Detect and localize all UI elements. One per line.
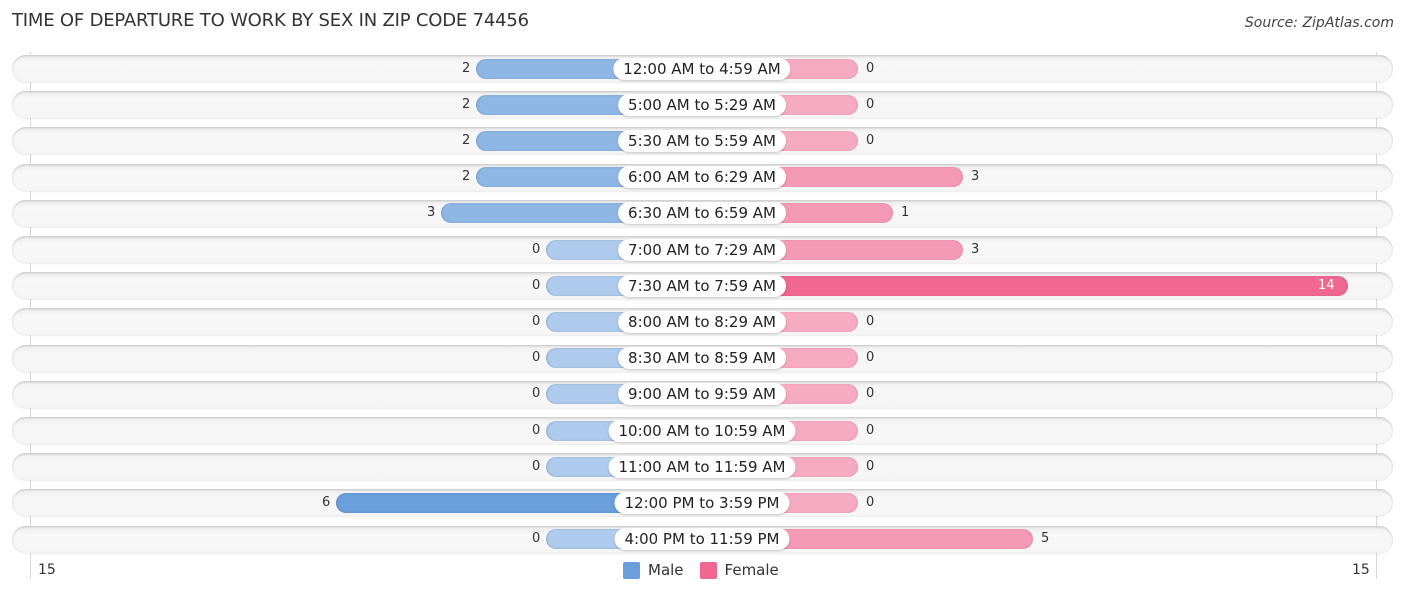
data-label-male: 0 [532,313,541,329]
data-label-male: 0 [532,531,541,547]
category-label: 12:00 PM to 3:59 PM [614,491,790,514]
legend-swatch-female [699,561,717,579]
data-label-male: 2 [462,96,471,112]
data-label-female: 0 [866,494,875,510]
category-label: 7:00 AM to 7:29 AM [618,238,786,261]
category-label: 12:00 AM to 4:59 AM [613,57,791,80]
axis-tick-right: 15 [1352,562,1370,578]
data-label-female: 1 [901,205,910,221]
data-label-male: 3 [427,205,436,221]
category-label: 6:30 AM to 6:59 AM [618,202,786,225]
data-label-male: 6 [322,494,331,510]
data-label-male: 0 [532,241,541,257]
data-label-male: 0 [532,386,541,402]
data-label-female: 3 [971,169,980,185]
data-label-female: 0 [866,96,875,112]
data-label-female: 5 [1041,531,1050,547]
legend: Male Female [623,561,795,579]
category-label: 5:00 AM to 5:29 AM [618,93,786,116]
category-label: 9:00 AM to 9:59 AM [618,383,786,406]
category-label: 8:30 AM to 8:59 AM [618,347,786,370]
category-label: 10:00 AM to 10:59 AM [608,419,796,442]
legend-item-male[interactable]: Male [623,561,684,579]
chart-title: TIME OF DEPARTURE TO WORK BY SEX IN ZIP … [12,10,529,31]
data-label-female: 0 [866,422,875,438]
category-label: 7:30 AM to 7:59 AM [618,274,786,297]
data-label-female: 0 [866,458,875,474]
category-label: 11:00 AM to 11:59 AM [608,455,796,478]
data-label-male: 0 [532,422,541,438]
data-label-female: 0 [866,313,875,329]
data-label-female: 0 [866,60,875,76]
category-label: 4:00 PM to 11:59 PM [614,528,790,551]
category-label: 5:30 AM to 5:59 AM [618,129,786,152]
data-label-male: 0 [532,350,541,366]
axis-tick-left: 15 [38,562,56,578]
legend-label-male: Male [648,561,684,579]
source-credit: Source: ZipAtlas.com [1244,15,1394,31]
data-label-male: 2 [462,169,471,185]
data-label-male: 0 [532,277,541,293]
legend-swatch-male [623,561,640,579]
data-label-male: 0 [532,458,541,474]
bar-female[interactable] [702,275,1348,296]
data-label-female: 0 [866,350,875,366]
category-label: 8:00 AM to 8:29 AM [618,310,786,333]
data-label-female: 3 [971,241,980,257]
data-label-female: 14 [1318,277,1335,293]
legend-label-female: Female [724,561,779,579]
data-label-male: 2 [462,60,471,76]
data-label-female: 0 [866,386,875,402]
data-label-male: 2 [462,132,471,148]
category-label: 6:00 AM to 6:29 AM [618,166,786,189]
legend-item-female[interactable]: Female [699,561,779,579]
data-label-female: 0 [866,132,875,148]
